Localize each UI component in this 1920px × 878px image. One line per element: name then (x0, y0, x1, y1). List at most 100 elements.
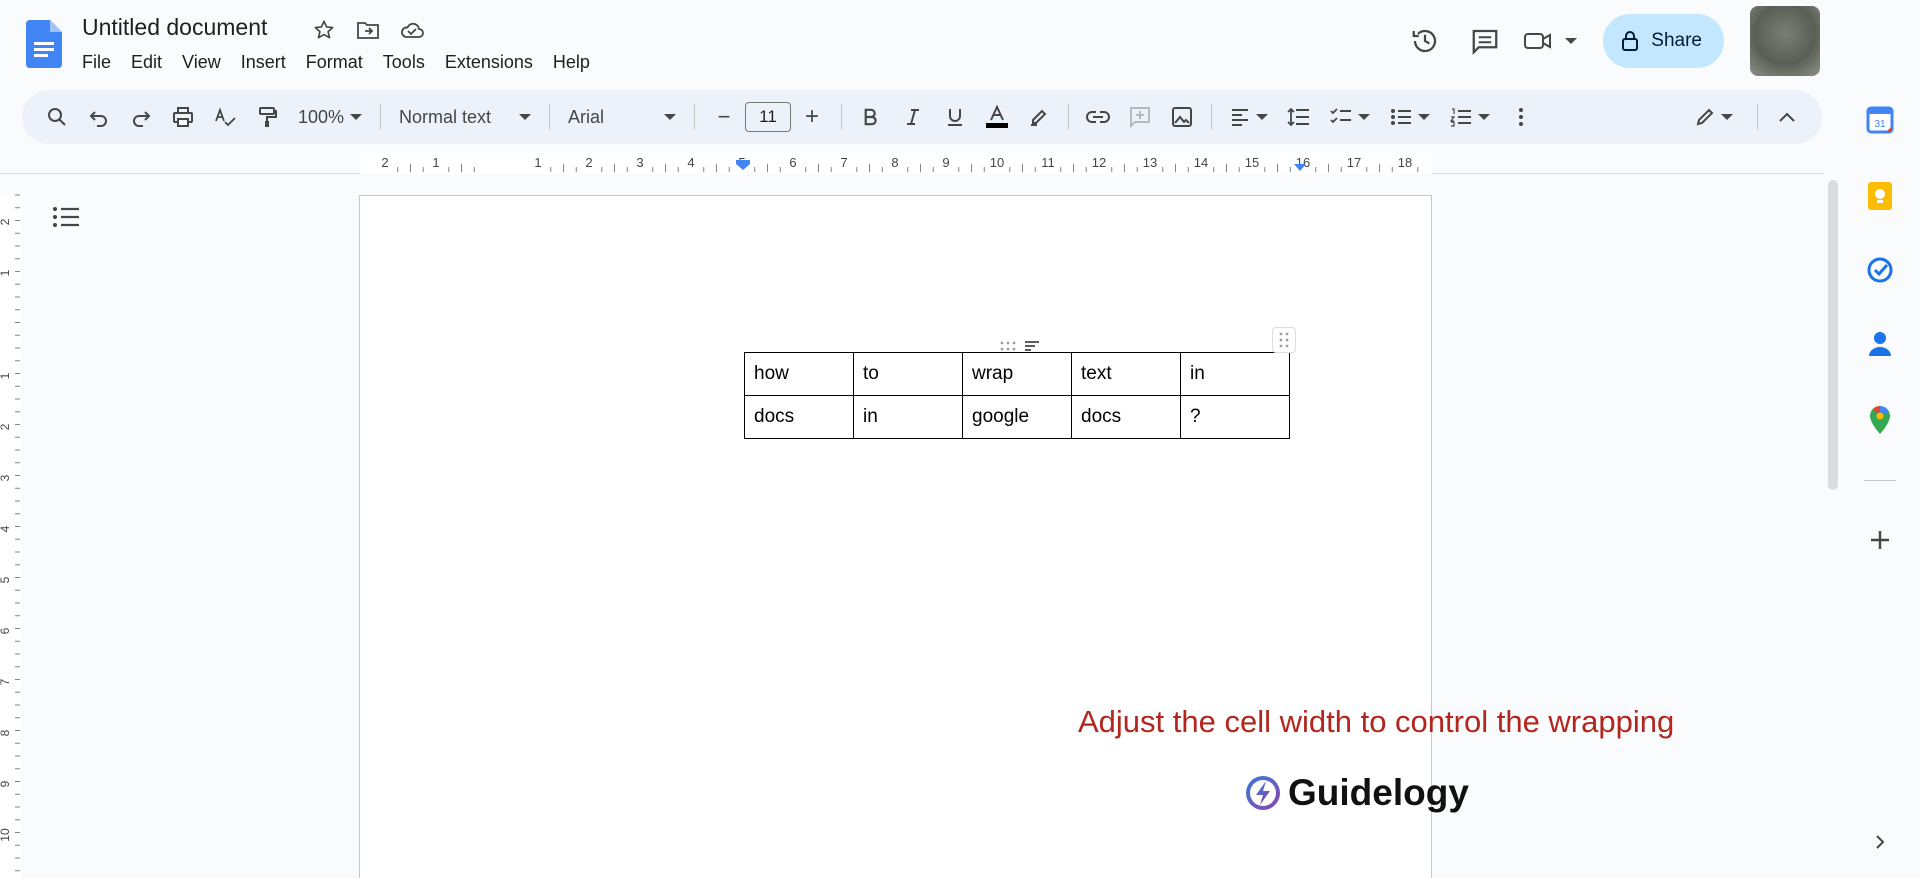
ruler-tick-label: 9 (942, 155, 949, 170)
video-camera-icon (1524, 33, 1552, 49)
ruler-tick-label: 12 (1092, 155, 1106, 170)
horizontal-ruler[interactable]: 21123456789101112131415161718 (0, 152, 1824, 174)
ruler-tick-label: 17 (1347, 155, 1361, 170)
docs-logo-icon[interactable] (26, 20, 62, 68)
paint-format-icon[interactable] (246, 99, 288, 135)
line-spacing-icon[interactable] (1278, 99, 1320, 135)
menu-format[interactable]: Format (296, 50, 373, 75)
tasks-icon[interactable] (1864, 254, 1896, 286)
keep-icon[interactable] (1864, 180, 1896, 212)
increase-font-size-button[interactable]: + (791, 99, 833, 135)
comments-icon[interactable] (1463, 19, 1507, 63)
table-cell[interactable]: docs (1071, 395, 1181, 439)
table-cell[interactable]: docs (744, 395, 854, 439)
share-button[interactable]: Share (1603, 14, 1724, 68)
bold-icon[interactable] (850, 99, 892, 135)
horizontal-ruler-scale: 21123456789101112131415161718 (360, 152, 1432, 174)
zoom-select[interactable]: 100% (288, 99, 372, 135)
table-column-handle[interactable] (1000, 340, 1040, 352)
checklist-select[interactable] (1320, 99, 1380, 135)
more-options-icon[interactable] (1500, 99, 1542, 135)
font-select[interactable]: Arial (558, 99, 686, 135)
paragraph-style-select[interactable]: Normal text (389, 99, 541, 135)
vertical-ruler[interactable]: 2 1 1 2 3 4 5 6 7 8 9 10 (0, 175, 22, 878)
menu-extensions[interactable]: Extensions (435, 50, 543, 75)
toolbar-divider (549, 104, 550, 130)
menu-file[interactable]: File (72, 50, 121, 75)
ruler-tick-label: 3 (636, 155, 643, 170)
calendar-icon[interactable]: 31 (1864, 104, 1896, 136)
chevron-down-icon (1721, 114, 1733, 120)
table-cell[interactable]: text (1071, 352, 1181, 396)
ruler-tick-label: 7 (840, 155, 847, 170)
decrease-font-size-button[interactable]: − (703, 99, 745, 135)
avatar[interactable] (1750, 6, 1820, 76)
insert-link-icon[interactable] (1077, 99, 1119, 135)
ruler-tick-label: 1 (432, 155, 439, 170)
redo-icon[interactable] (120, 99, 162, 135)
ruler-tick-label: 6 (789, 155, 796, 170)
menu-bar: File Edit View Insert Format Tools Exten… (72, 50, 600, 75)
menu-insert[interactable]: Insert (231, 50, 296, 75)
ruler-tick-label: 10 (0, 828, 12, 842)
highlight-color-icon[interactable] (1018, 99, 1060, 135)
italic-icon[interactable] (892, 99, 934, 135)
star-icon[interactable] (310, 16, 338, 44)
meet-button[interactable] (1523, 28, 1578, 54)
contacts-icon[interactable] (1864, 328, 1896, 360)
share-label: Share (1651, 30, 1702, 51)
text-color-icon[interactable] (976, 99, 1018, 135)
ruler-tick-label: 13 (1143, 155, 1157, 170)
version-history-icon[interactable] (1403, 19, 1447, 63)
bulleted-list-icon (1391, 109, 1411, 125)
toolbar-divider (1068, 104, 1069, 130)
table-cell[interactable]: in (1180, 352, 1290, 396)
spell-check-icon[interactable] (204, 99, 246, 135)
table-row-handle[interactable] (1272, 327, 1296, 353)
font-size-input[interactable]: 11 (745, 102, 791, 132)
document-title[interactable]: Untitled document (82, 14, 267, 41)
sort-icon (1025, 341, 1039, 351)
title-bar: Untitled document File Edit View Insert … (0, 0, 1824, 88)
move-to-folder-icon[interactable] (354, 16, 382, 44)
document-table[interactable]: how to wrap text in docs in google docs … (744, 352, 1290, 439)
menu-edit[interactable]: Edit (121, 50, 172, 75)
chevron-down-icon (519, 114, 531, 120)
align-select[interactable] (1220, 99, 1278, 135)
align-left-icon (1232, 109, 1248, 126)
hide-menus-icon[interactable] (1766, 99, 1808, 135)
ruler-tick-label: 5 (0, 576, 12, 583)
maps-icon[interactable] (1864, 404, 1896, 436)
search-menus-icon[interactable] (36, 99, 78, 135)
cloud-saved-icon[interactable] (398, 16, 426, 44)
table-cell[interactable]: in (853, 395, 963, 439)
document-outline-icon[interactable] (52, 205, 82, 236)
table-cell[interactable]: wrap (962, 352, 1072, 396)
insert-image-icon[interactable] (1161, 99, 1203, 135)
bulleted-list-select[interactable] (1380, 99, 1440, 135)
editing-mode-select[interactable] (1679, 99, 1749, 135)
zoom-value: 100% (297, 106, 345, 127)
ruler-tick-label: 15 (1245, 155, 1259, 170)
drag-handle-icon (1000, 341, 1016, 351)
toolbar-divider (380, 104, 381, 130)
expand-panel-icon[interactable] (1864, 826, 1896, 858)
google-docs-window: Untitled document File Edit View Insert … (0, 0, 1920, 878)
table-cell[interactable]: google (962, 395, 1072, 439)
add-comment-icon[interactable] (1119, 99, 1161, 135)
ruler-tick-label: 14 (1194, 155, 1208, 170)
chevron-down-icon (350, 114, 363, 120)
undo-icon[interactable] (78, 99, 120, 135)
menu-help[interactable]: Help (543, 50, 600, 75)
menu-view[interactable]: View (172, 50, 231, 75)
menu-tools[interactable]: Tools (373, 50, 435, 75)
vertical-scrollbar[interactable] (1828, 180, 1838, 490)
table-cell[interactable]: to (853, 352, 963, 396)
numbered-list-select[interactable] (1440, 99, 1500, 135)
get-add-ons-icon[interactable] (1864, 524, 1896, 556)
table-cell[interactable]: how (744, 352, 854, 396)
underline-icon[interactable] (934, 99, 976, 135)
table-cell[interactable]: ? (1180, 395, 1290, 439)
document-page[interactable]: how to wrap text in docs in google docs … (359, 195, 1674, 878)
print-icon[interactable] (162, 99, 204, 135)
